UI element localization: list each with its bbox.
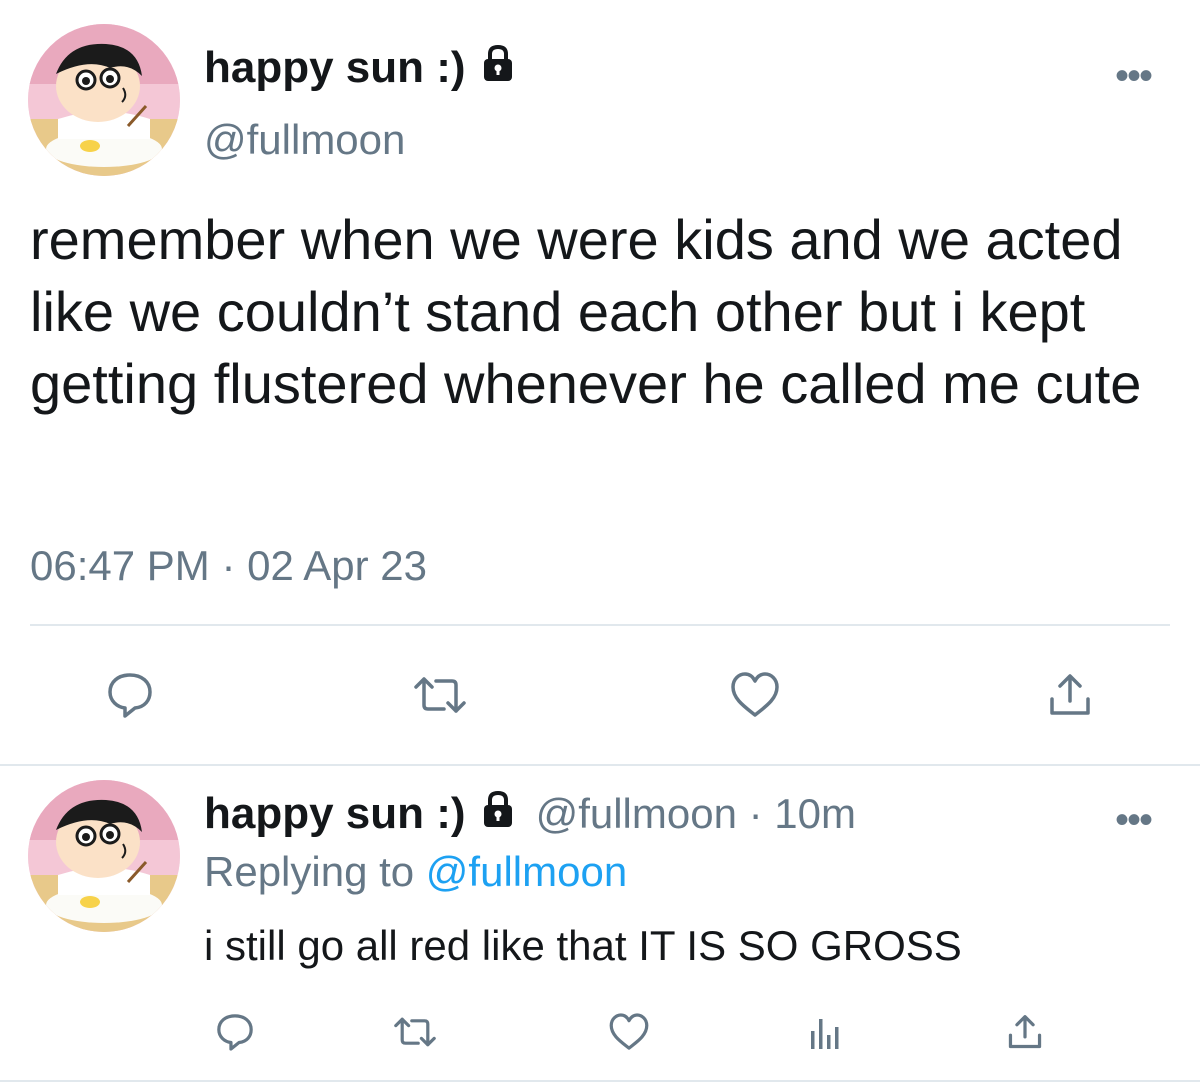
lock-icon	[478, 789, 518, 840]
lock-icon	[478, 43, 518, 94]
retweet-button[interactable]	[380, 1000, 450, 1064]
reply-icon	[108, 673, 152, 718]
like-button[interactable]	[594, 1000, 664, 1064]
replying-to-handle[interactable]: @fullmoon	[426, 848, 627, 895]
separator-dot: ·	[748, 790, 763, 837]
reply-icon	[217, 1014, 253, 1051]
tweet-date: 02 Apr 23	[247, 542, 427, 589]
like-button[interactable]	[715, 660, 795, 730]
handle[interactable]: @fullmoon	[536, 790, 737, 837]
like-icon	[609, 1013, 649, 1050]
more-options-icon[interactable]: •••	[1115, 56, 1153, 96]
display-name[interactable]: happy sun :)	[204, 40, 518, 96]
share-button[interactable]	[1030, 660, 1110, 730]
share-icon	[1008, 1015, 1042, 1049]
handle[interactable]: @fullmoon	[204, 116, 405, 164]
retweet-button[interactable]	[400, 660, 480, 730]
retweet-icon	[394, 1017, 436, 1047]
tweet-time: 06:47 PM	[30, 542, 210, 589]
more-options-icon[interactable]: •••	[1115, 800, 1153, 840]
reply-age[interactable]: 10m	[774, 790, 856, 837]
divider	[0, 764, 1200, 766]
share-button[interactable]	[990, 1000, 1060, 1064]
like-icon	[731, 672, 779, 717]
divider	[30, 624, 1170, 626]
retweet-icon	[414, 677, 466, 713]
analytics-icon	[811, 1019, 839, 1049]
replying-to: Replying to @fullmoon	[204, 848, 627, 896]
tweet-text: remember when we were kids and we acted …	[30, 208, 1142, 415]
reply-text: i still go all red like that IT IS SO GR…	[204, 922, 962, 969]
share-icon	[1050, 674, 1090, 715]
avatar[interactable]	[28, 780, 180, 932]
avatar[interactable]	[28, 24, 180, 176]
reply-header: happy sun :) @fullmoon · 10m	[204, 786, 856, 842]
separator-dot: ·	[221, 542, 236, 589]
analytics-button[interactable]	[790, 1000, 860, 1064]
reply-button[interactable]	[200, 1000, 270, 1064]
display-name-text: happy sun :)	[204, 43, 466, 92]
divider	[0, 1080, 1200, 1082]
display-name-text[interactable]: happy sun :)	[204, 789, 466, 839]
replying-prefix: Replying to	[204, 848, 415, 895]
tweet-timestamp[interactable]: 06:47 PM · 02 Apr 23	[30, 542, 427, 590]
reply-button[interactable]	[90, 660, 170, 730]
